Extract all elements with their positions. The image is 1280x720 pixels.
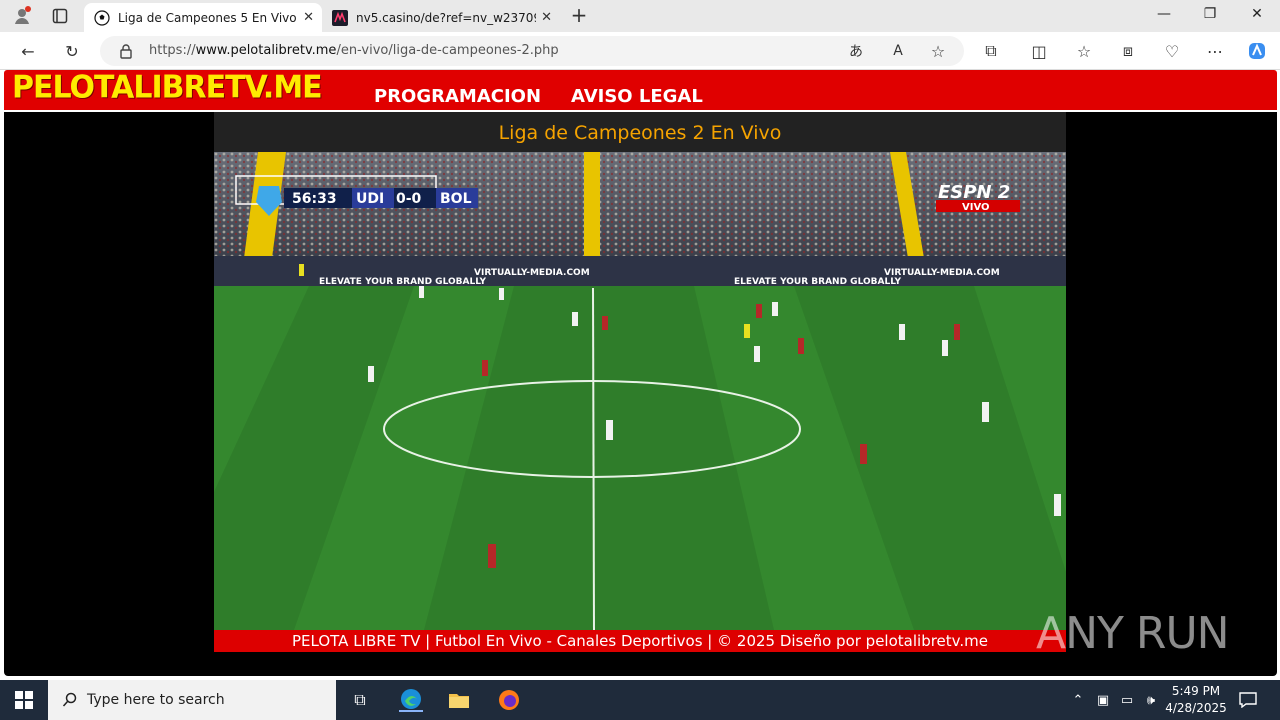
taskbar-search[interactable]: Type here to search [48,680,336,720]
url-prefix: https:// [149,43,196,58]
more-menu-icon[interactable]: ⋯ [1205,41,1225,61]
close-tab-icon[interactable]: ✕ [541,10,552,25]
home-team: UDI [356,191,384,207]
copilot-icon[interactable] [1247,41,1267,61]
tab-label: nv5.casino/de?ref=nv_w237096c [356,10,536,25]
favorites-icon[interactable]: ☆ [1074,41,1094,61]
score: 0-0 [396,191,422,207]
show-hidden-icons-icon[interactable]: ⌃ [1066,688,1090,712]
nav-programacion[interactable]: PROGRAMACION [374,86,541,107]
search-placeholder: Type here to search [87,692,225,708]
channel-badge: VIVO [962,202,990,213]
browser-toolbar: ← ↻ https://www.pelotalibretv.me/en-vivo… [0,32,1280,70]
network-icon[interactable]: ▭ [1115,688,1139,712]
translate-icon[interactable]: あ [846,41,866,61]
tab-inactive[interactable]: nv5.casino/de?ref=nv_w237096c ✕ [322,3,560,32]
soccer-ball-icon [94,9,110,26]
site-header: PELOTALIBRETV.ME PROGRAMACION AVISO LEGA… [4,69,1277,110]
firefox-icon[interactable] [497,688,521,712]
clock-date: 4/28/2025 [1165,701,1227,715]
lock-icon[interactable] [116,41,136,61]
address-bar[interactable]: https://www.pelotalibretv.me/en-vivo/lig… [100,36,964,66]
casino-favicon [332,9,348,26]
taskbar-clock[interactable]: 5:49 PM 4/28/2025 [1160,683,1232,717]
close-tab-icon[interactable]: ✕ [303,10,314,25]
collections-icon[interactable]: ⧈ [1118,41,1138,61]
ad-board-3: ELEVATE YOUR BRAND GLOBALLY [734,277,902,287]
clock-time: 5:49 PM [1171,684,1221,698]
ad-board-4: VIRTUALLY-MEDIA.COM [884,268,1000,278]
split-screen-icon[interactable]: ◫ [1029,41,1049,61]
player-panel: Liga de Campeones 2 En Vivo ELEVATE YOUR… [214,112,1066,652]
match-time: 56:33 [292,191,337,207]
tab-active[interactable]: Liga de Campeones 5 En Vivo | P ✕ [84,3,322,32]
refresh-icon[interactable]: ↻ [62,41,82,61]
url-path: /en-vivo/liga-de-campeones-2.php [336,43,559,58]
url-text[interactable]: https://www.pelotalibretv.me/en-vivo/lig… [149,43,559,58]
minimize-icon[interactable]: — [1154,6,1174,22]
browser-essentials-icon[interactable]: ♡ [1162,41,1182,61]
new-tab-button[interactable]: + [569,3,589,27]
back-icon[interactable]: ← [18,41,38,61]
favorite-star-icon[interactable]: ☆ [928,41,948,61]
ad-board-2: VIRTUALLY-MEDIA.COM [474,268,590,278]
file-explorer-icon[interactable] [447,688,471,712]
profile-icon[interactable] [12,6,32,26]
tab-actions-icon[interactable] [50,6,70,26]
read-aloud-icon[interactable]: A [888,41,908,61]
edge-taskbar-icon[interactable] [399,688,423,712]
match-video-frame: ELEVATE YOUR BRAND GLOBALLY VIRTUALLY-ME… [214,152,1066,630]
close-window-icon[interactable]: ✕ [1247,6,1267,22]
anyrun-watermark: ANY RUN [1036,608,1230,659]
away-team: BOL [440,191,472,207]
browser-tab-bar: Liga de Campeones 5 En Vivo | P ✕ nv5.ca… [0,0,1280,32]
restore-icon[interactable]: ❐ [1200,6,1220,22]
web-page: PELOTALIBRETV.ME PROGRAMACION AVISO LEGA… [0,69,1280,680]
meet-now-icon[interactable]: ▣ [1091,688,1115,712]
video-player[interactable]: ELEVATE YOUR BRAND GLOBALLY VIRTUALLY-ME… [214,152,1066,630]
ad-board-1: ELEVATE YOUR BRAND GLOBALLY [319,277,487,287]
extensions-icon[interactable]: ⧉ [981,41,1001,61]
channel-logo: ESPN 2 [938,182,1010,203]
site-body: Liga de Campeones 2 En Vivo ELEVATE YOUR… [4,112,1277,676]
site-footer: PELOTA LIBRE TV | Futbol En Vivo - Canal… [214,630,1066,652]
taskbar: Type here to search ⧉ ⌃ ▣ ▭ 🕪 5:49 PM 4/… [0,680,1280,720]
notifications-icon[interactable] [1236,688,1260,712]
site-logo[interactable]: PELOTALIBRETV.ME [12,69,323,106]
tab-label: Liga de Campeones 5 En Vivo | P [118,10,298,25]
url-domain: www.pelotalibretv.me [195,43,337,58]
page-title: Liga de Campeones 2 En Vivo [498,122,782,144]
task-view-icon[interactable]: ⧉ [348,688,372,712]
nav-aviso-legal[interactable]: AVISO LEGAL [571,86,703,107]
search-icon [58,688,82,712]
windows-start-icon[interactable] [12,688,36,712]
